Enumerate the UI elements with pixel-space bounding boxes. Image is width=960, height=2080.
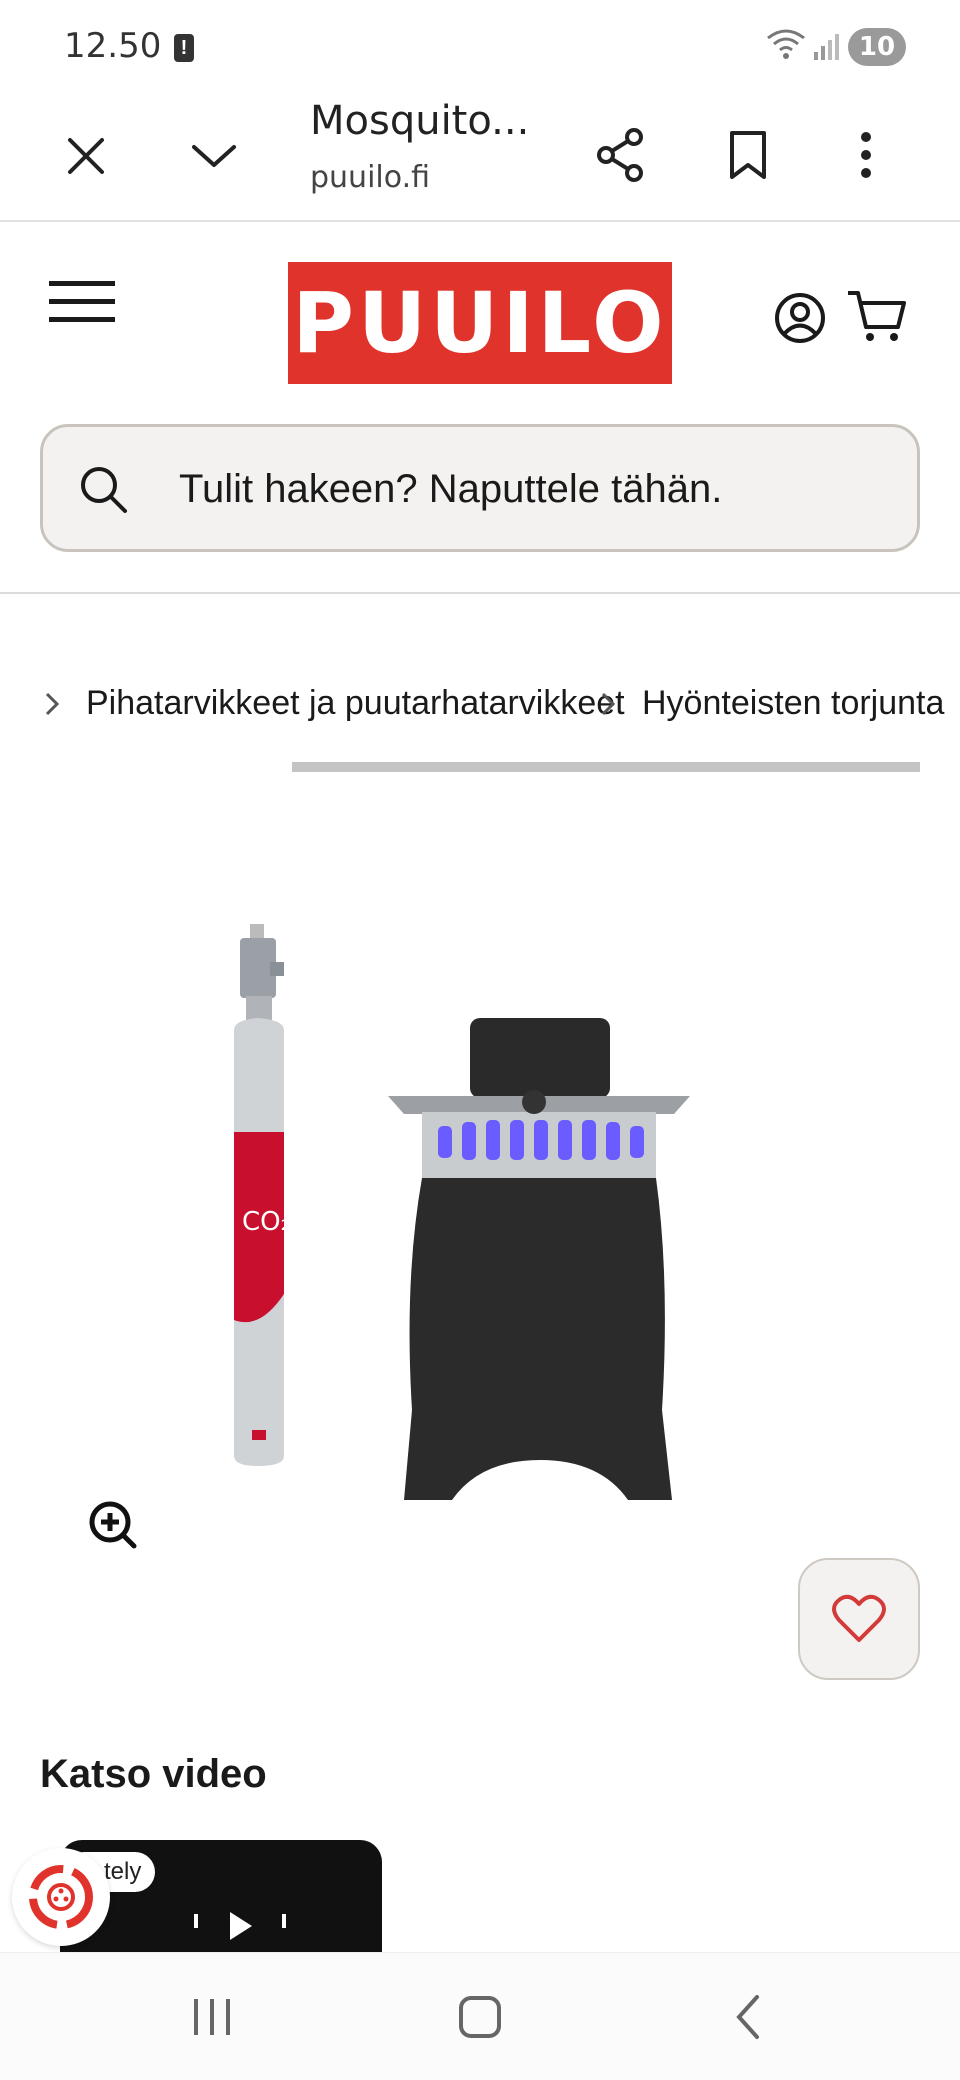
back-button[interactable] [716,1987,780,2047]
bookmark-icon [730,131,766,179]
site-logo[interactable]: PUUILO [288,262,672,384]
home-icon [459,1996,501,2038]
chat-support-icon [29,1865,93,1929]
close-icon [68,138,104,174]
alert-icon [174,34,194,62]
cylinder-label: CO₂ [242,1207,291,1237]
wifi-icon [767,29,805,59]
account-button[interactable] [772,290,828,346]
chevron-right-icon [601,692,616,716]
status-bar: 12.50 10 [0,0,960,92]
close-tab-button[interactable] [56,126,116,186]
home-button[interactable] [448,1987,512,2047]
play-icon [194,1912,286,1940]
user-icon [775,293,825,343]
logo-text: PUUILO [292,274,668,372]
hamburger-icon [49,281,115,322]
chevron-down-icon [192,145,236,167]
site-header: PUUILO Tulit hakeen? Naputtele tähän. [0,222,960,594]
recent-apps-icon [194,1999,230,2035]
cart-icon [848,291,906,341]
add-to-favorites-button[interactable] [798,1558,920,1680]
heart-icon [832,1594,886,1642]
breadcrumb: Pihatarvikkeet ja puutarhatarvikkeet Hyö… [0,670,960,740]
more-vertical-icon [861,132,871,178]
back-icon [736,1995,759,2039]
product-image[interactable]: CO₂ [200,900,720,1520]
status-time: 12.50 [64,26,162,66]
battery-indicator: 10 [848,28,906,66]
browser-toolbar: Mosquito... puuilo.fi [0,92,960,222]
breadcrumb-scrollbar[interactable] [292,762,920,772]
minimize-button[interactable] [184,126,244,186]
video-heading: Katso video [40,1752,267,1796]
chevron-right-icon [45,692,60,716]
chat-widget-button[interactable] [12,1848,110,1946]
share-icon [597,128,643,182]
recent-apps-button[interactable] [180,1987,244,2047]
zoom-in-icon [89,1501,137,1549]
search-box[interactable]: Tulit hakeen? Naputtele tähän. [40,424,920,552]
breadcrumb-item-garden[interactable]: Pihatarvikkeet ja puutarhatarvikkeet [86,684,625,723]
bookmark-button[interactable] [718,120,778,190]
menu-button[interactable] [46,274,118,330]
more-options-button[interactable] [846,120,886,190]
product-picture: CO₂ [234,924,690,1500]
page-domain: puuilo.fi [310,160,430,195]
search-input[interactable]: Tulit hakeen? Naputtele tähän. [179,467,722,512]
share-button[interactable] [588,118,652,192]
system-nav-bar [0,1952,960,2080]
zoom-button[interactable] [88,1500,138,1550]
breadcrumb-item-insect-control[interactable]: Hyönteisten torjunta [642,684,944,723]
cart-button[interactable] [844,284,910,350]
search-icon [81,467,127,513]
page-title: Mosquito... [310,98,530,144]
signal-icon [814,34,839,60]
